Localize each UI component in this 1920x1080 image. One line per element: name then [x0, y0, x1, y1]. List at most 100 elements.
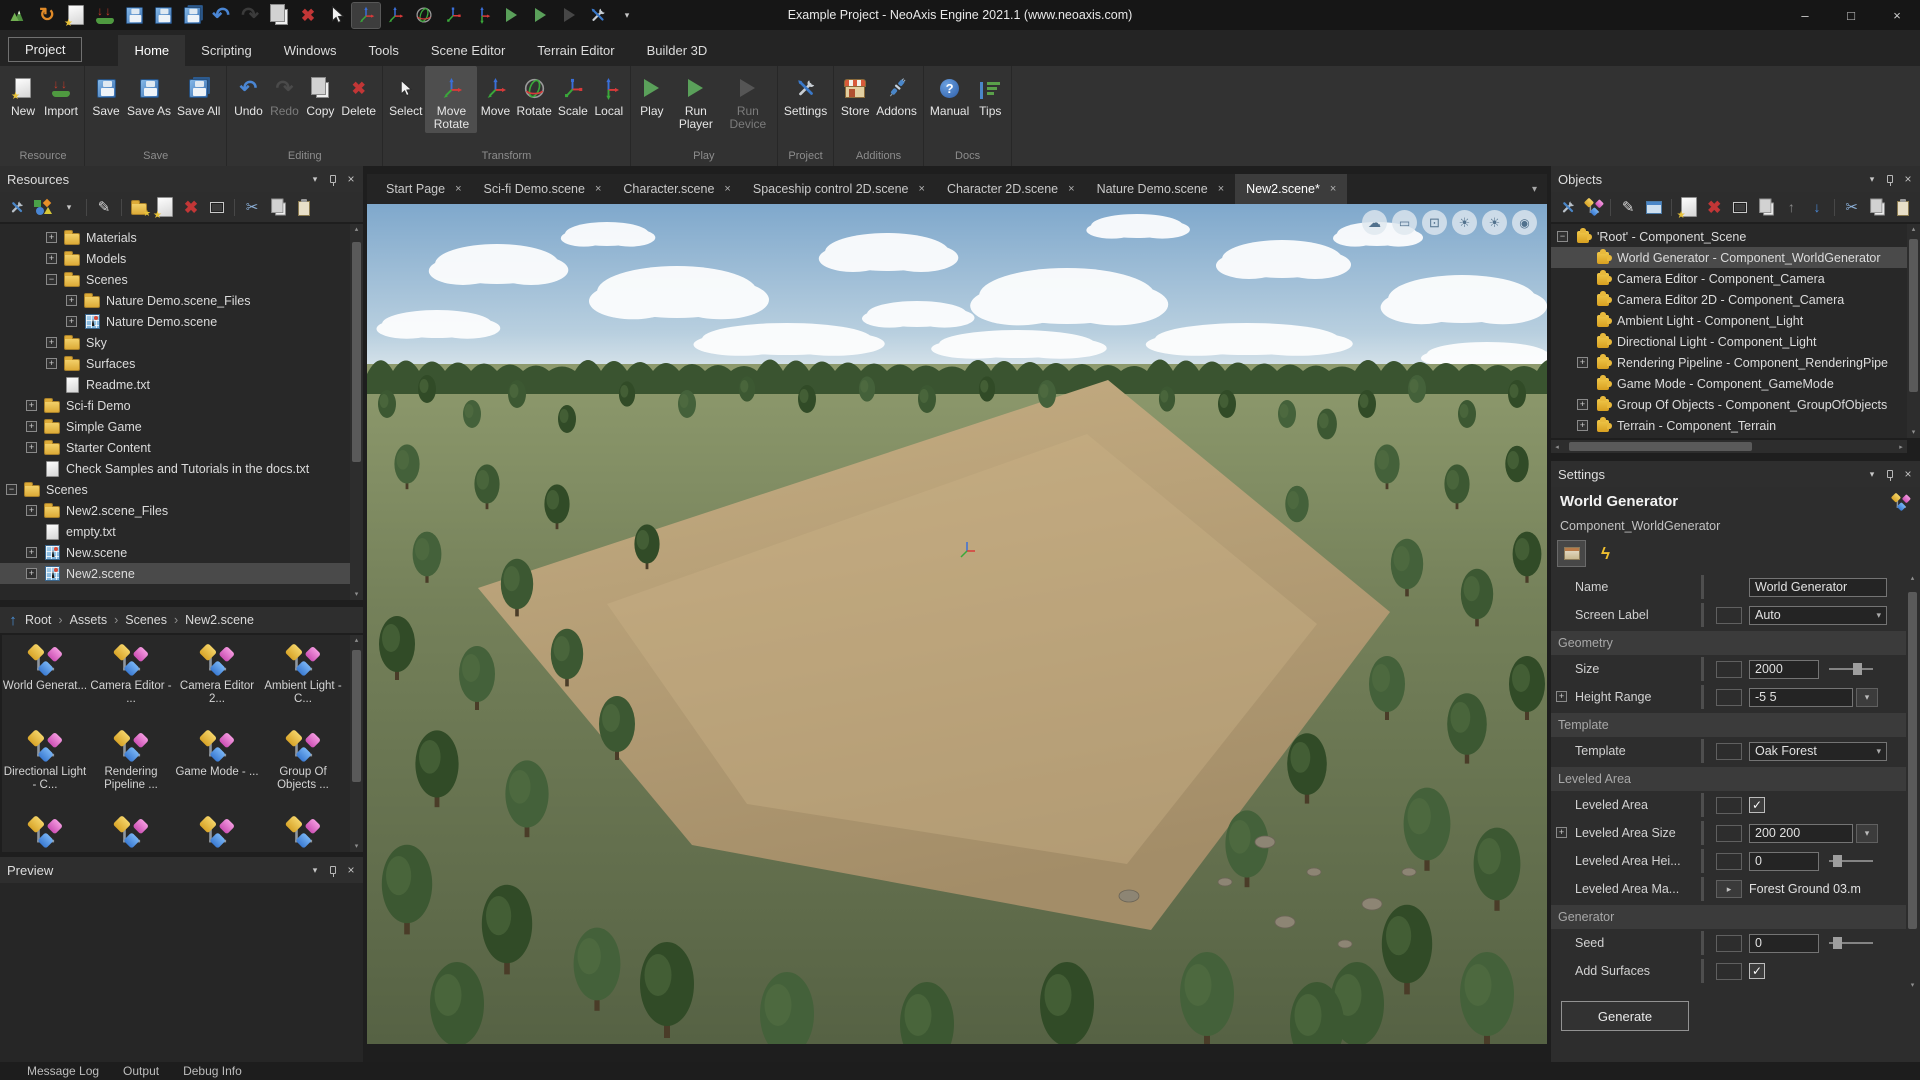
default-flag-box[interactable] — [1716, 742, 1742, 760]
move-button[interactable]: Move — [477, 66, 513, 120]
play-button[interactable] — [497, 3, 525, 28]
import-button[interactable]: ↓↓ Import — [41, 66, 81, 120]
panel-close-button[interactable]: × — [346, 173, 356, 185]
column-splitter[interactable] — [1701, 739, 1704, 763]
delete-button[interactable]: ✖ — [1702, 195, 1726, 219]
redo-button[interactable]: ↷ — [236, 3, 264, 28]
expander[interactable]: + — [1577, 357, 1588, 368]
addons-button[interactable]: Addons — [873, 66, 920, 120]
close-tab-icon[interactable]: × — [1068, 183, 1074, 195]
delete-button[interactable]: ✖ — [294, 3, 322, 28]
vertical-scrollbar[interactable]: ▴ ▾ — [1907, 224, 1920, 438]
tree-item[interactable]: Check Samples and Tutorials in the docs.… — [0, 458, 350, 479]
reference-button[interactable]: ▸ — [1716, 880, 1742, 898]
scene-tab[interactable]: Spaceship control 2D.scene × — [742, 174, 936, 204]
copy2-button[interactable] — [266, 195, 290, 219]
move-rotate-button[interactable] — [351, 1, 381, 29]
generate-button[interactable]: Generate — [1561, 1001, 1689, 1031]
tree-item[interactable]: Camera Editor 2D - Component_Camera — [1551, 289, 1907, 310]
scroll-up-icon[interactable]: ▴ — [1912, 225, 1916, 234]
undo-button[interactable]: ↶ — [207, 3, 235, 28]
tab-tools[interactable]: Tools — [352, 35, 414, 66]
scrollbar-thumb[interactable] — [1568, 442, 1753, 451]
text-input[interactable]: -5 5 — [1749, 687, 1853, 707]
column-splitter[interactable] — [1701, 821, 1704, 845]
cut-button[interactable]: ✂ — [1840, 195, 1864, 219]
wrench-button[interactable] — [1556, 195, 1580, 219]
scrollbar-thumb[interactable] — [1908, 591, 1917, 929]
dropdown-button[interactable]: ▾ — [1856, 823, 1878, 843]
close-tab-icon[interactable]: × — [724, 183, 730, 195]
scroll-down-icon[interactable]: ▾ — [1911, 981, 1915, 990]
number-input[interactable]: 0 — [1749, 933, 1819, 953]
tree-item[interactable]: + Models — [0, 248, 350, 269]
tab-list-menu-icon[interactable]: ▾ — [1532, 184, 1537, 195]
scene-tab[interactable]: New2.scene* × — [1235, 174, 1348, 204]
vertical-scrollbar[interactable]: ▴ ▾ — [350, 224, 363, 600]
default-flag-box[interactable] — [1716, 824, 1742, 842]
rotate-button[interactable]: Rotate — [513, 66, 554, 120]
panel-pin-button[interactable] — [328, 175, 338, 186]
local-button[interactable] — [468, 3, 496, 28]
expander[interactable]: − — [6, 484, 17, 495]
save-all-button[interactable] — [178, 3, 206, 28]
delete-button[interactable]: ✖ — [179, 195, 203, 219]
save-all-button[interactable]: Save All — [174, 66, 223, 120]
expander[interactable]: + — [1556, 827, 1567, 838]
tree-item[interactable]: Readme.txt — [0, 374, 350, 395]
panel-close-button[interactable]: × — [1903, 173, 1913, 185]
up-button[interactable]: ↑ — [1779, 195, 1803, 219]
slider-thumb[interactable] — [1832, 855, 1842, 867]
tree-item[interactable]: + Rendering Pipeline - Component_Renderin… — [1551, 352, 1907, 373]
expander[interactable]: − — [46, 274, 57, 285]
scene-tab[interactable]: Character 2D.scene × — [936, 174, 1086, 204]
expander[interactable]: + — [26, 505, 37, 516]
frame-button[interactable] — [1728, 195, 1752, 219]
tree-item[interactable]: + Group Of Objects - Component_GroupOfObj… — [1551, 394, 1907, 415]
column-splitter[interactable] — [1701, 959, 1704, 983]
import-button[interactable]: ↓↓ — [91, 3, 119, 28]
tree-item[interactable]: + Nature Demo.scene_Files — [0, 290, 350, 311]
column-splitter[interactable] — [1701, 575, 1704, 599]
text-input[interactable]: World Generator — [1749, 577, 1887, 597]
column-splitter[interactable] — [1701, 657, 1704, 681]
down-button[interactable]: ↓ — [1805, 195, 1829, 219]
file-star-button[interactable]: ★ — [153, 195, 177, 221]
close-tab-icon[interactable]: × — [595, 183, 601, 195]
scroll-down-icon[interactable]: ▾ — [355, 590, 359, 599]
cut-button[interactable]: ✂ — [240, 195, 264, 219]
dropdown[interactable]: Auto ▾ — [1749, 605, 1887, 625]
scrollbar-thumb[interactable] — [352, 242, 361, 462]
copy-button[interactable] — [265, 3, 293, 28]
expander[interactable]: + — [46, 358, 57, 369]
select-button[interactable]: Select — [386, 66, 425, 120]
checkbox[interactable]: ✓ — [1749, 963, 1765, 979]
dup-button[interactable] — [1754, 195, 1778, 219]
asset-item[interactable] — [174, 807, 260, 852]
save-as-button[interactable] — [149, 3, 177, 28]
window-button[interactable] — [1642, 195, 1666, 219]
tab-home[interactable]: Home — [118, 35, 186, 66]
undo-button[interactable]: ↶ Undo — [230, 66, 266, 120]
frame-button[interactable] — [205, 195, 229, 219]
scale-button[interactable] — [439, 3, 467, 28]
tree-item[interactable]: + New2.scene_Files — [0, 500, 350, 521]
run-player-button[interactable] — [526, 3, 554, 28]
default-flag-box[interactable] — [1716, 660, 1742, 678]
close-tab-icon[interactable]: × — [919, 183, 925, 195]
default-flag-box[interactable] — [1716, 688, 1742, 706]
scroll-down-icon[interactable]: ▾ — [1912, 428, 1916, 437]
scale-button[interactable]: Scale — [555, 66, 591, 120]
expander[interactable]: + — [46, 232, 57, 243]
expander[interactable]: + — [26, 568, 37, 579]
tree-item[interactable]: Ambient Light - Component_Light — [1551, 310, 1907, 331]
new-folder-button[interactable] — [127, 195, 151, 219]
new-button[interactable]: ★ New — [5, 66, 41, 120]
shapes-button[interactable] — [31, 195, 55, 219]
local-button[interactable]: Local — [591, 66, 627, 120]
expander[interactable]: + — [46, 337, 57, 348]
scroll-up-icon[interactable]: ▴ — [355, 636, 359, 645]
settings-tools-button[interactable] — [584, 3, 612, 28]
minimize-button[interactable]: – — [1782, 0, 1828, 30]
tree-item[interactable]: empty.txt — [0, 521, 350, 542]
